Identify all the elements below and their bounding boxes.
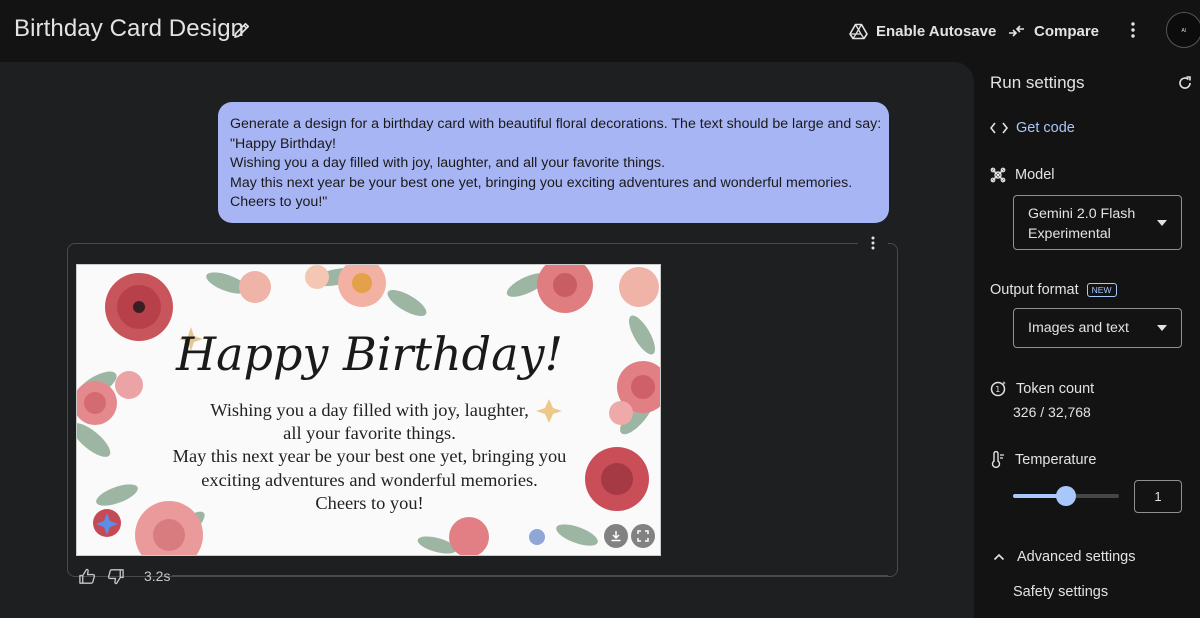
advanced-settings-toggle[interactable]: Advanced settings bbox=[993, 549, 1136, 565]
safety-settings-link[interactable]: Safety settings bbox=[1013, 584, 1108, 600]
get-code-link[interactable]: Get code bbox=[990, 120, 1075, 136]
advanced-settings-label: Advanced settings bbox=[1017, 549, 1136, 565]
card-message-line: exciting adventures and wonderful memori… bbox=[201, 469, 538, 490]
temperature-label: Temperature bbox=[1015, 451, 1097, 468]
get-code-label: Get code bbox=[1016, 120, 1075, 136]
drive-icon bbox=[849, 23, 868, 39]
avatar[interactable]: AI REVOLUTION bbox=[1166, 12, 1200, 48]
response-divider bbox=[172, 575, 888, 576]
refresh-icon[interactable] bbox=[1177, 75, 1193, 91]
code-icon bbox=[990, 122, 1008, 134]
fullscreen-image-button[interactable] bbox=[631, 524, 655, 548]
output-format-value: Images and text bbox=[1028, 320, 1129, 336]
output-format-label: Output format bbox=[990, 282, 1079, 298]
temperature-slider[interactable] bbox=[1013, 486, 1119, 506]
output-format-section-label: Output format NEW bbox=[990, 282, 1117, 298]
token-count-icon: 1 bbox=[990, 381, 1006, 397]
chevron-up-icon bbox=[993, 553, 1005, 561]
new-badge: NEW bbox=[1086, 283, 1117, 297]
thermometer-icon bbox=[991, 451, 1004, 468]
run-settings-panel: Run settings Get code Model Gemini 2.0 F… bbox=[974, 62, 1200, 618]
enable-autosave-button[interactable]: Enable Autosave bbox=[849, 18, 996, 44]
model-select[interactable]: Gemini 2.0 Flash Experimental bbox=[1013, 195, 1182, 250]
more-vert-icon bbox=[1131, 22, 1135, 38]
token-count-value: 326 / 32,768 bbox=[1013, 404, 1091, 420]
compare-button[interactable]: Compare bbox=[1007, 18, 1099, 44]
output-format-select[interactable]: Images and text bbox=[1013, 308, 1182, 348]
temperature-input[interactable] bbox=[1134, 480, 1182, 513]
card-message: Wishing you a day filled with joy, laugh… bbox=[77, 399, 660, 515]
model-value-line2: Experimental bbox=[1028, 225, 1111, 242]
thumbs-down-icon[interactable] bbox=[106, 567, 125, 586]
prompt-line: Wishing you a day filled with joy, laugh… bbox=[230, 155, 666, 172]
download-image-button[interactable] bbox=[604, 524, 628, 548]
user-prompt-bubble: Generate a design for a birthday card wi… bbox=[218, 102, 889, 223]
response-more-options-button[interactable] bbox=[858, 234, 888, 252]
prompt-line: May this next year be your best one yet,… bbox=[230, 174, 853, 191]
temperature-section-label: Temperature bbox=[990, 451, 1096, 468]
fullscreen-icon bbox=[637, 530, 649, 542]
model-value-line1: Gemini 2.0 Flash bbox=[1028, 206, 1136, 222]
temperature-slider-thumb[interactable] bbox=[1056, 486, 1076, 506]
prompt-line: Generate a design for a birthday card wi… bbox=[230, 116, 882, 132]
download-icon bbox=[611, 531, 621, 542]
response-feedback-bar: 3.2s bbox=[78, 566, 170, 586]
token-count-label: Token count bbox=[1016, 380, 1095, 397]
model-label: Model bbox=[1015, 167, 1055, 183]
page-title: Birthday Card Design bbox=[14, 15, 245, 42]
top-header: Birthday Card Design Enable Autosave Com… bbox=[0, 0, 1200, 62]
pencil-icon bbox=[234, 22, 250, 38]
svg-text:1: 1 bbox=[995, 385, 1000, 394]
more-vert-icon bbox=[871, 236, 875, 250]
prompt-line: Cheers to you!" bbox=[230, 194, 328, 211]
card-message-line: May this next year be your best one yet,… bbox=[172, 446, 567, 467]
compare-arrows-icon bbox=[1009, 25, 1024, 37]
run-settings-title: Run settings bbox=[990, 73, 1085, 92]
chat-panel: Generate a design for a birthday card wi… bbox=[0, 62, 974, 618]
compare-label: Compare bbox=[1034, 22, 1100, 40]
card-title: Happy Birthday! bbox=[175, 327, 563, 381]
dropdown-caret-icon bbox=[1157, 219, 1167, 226]
model-section-label: Model bbox=[990, 167, 1055, 183]
card-message-line: Cheers to you! bbox=[315, 492, 424, 513]
more-options-button[interactable] bbox=[1124, 19, 1142, 41]
generated-birthday-card-image: Happy Birthday! Wishing you a day filled… bbox=[76, 264, 661, 556]
model-icon bbox=[990, 167, 1006, 183]
card-message-line: Wishing you a day filled with joy, laugh… bbox=[210, 400, 529, 420]
thumbs-up-icon[interactable] bbox=[78, 567, 97, 586]
autosave-label: Enable Autosave bbox=[876, 22, 997, 40]
dropdown-caret-icon bbox=[1157, 325, 1167, 331]
response-latency: 3.2s bbox=[144, 568, 171, 584]
token-count-section-label: 1 Token count bbox=[990, 380, 1094, 397]
avatar-text: AI REVOLUTION bbox=[1181, 28, 1187, 34]
edit-title-button[interactable] bbox=[232, 20, 252, 40]
prompt-line: "Happy Birthday! bbox=[230, 135, 336, 152]
card-message-line: all your favorite things. bbox=[283, 423, 456, 444]
